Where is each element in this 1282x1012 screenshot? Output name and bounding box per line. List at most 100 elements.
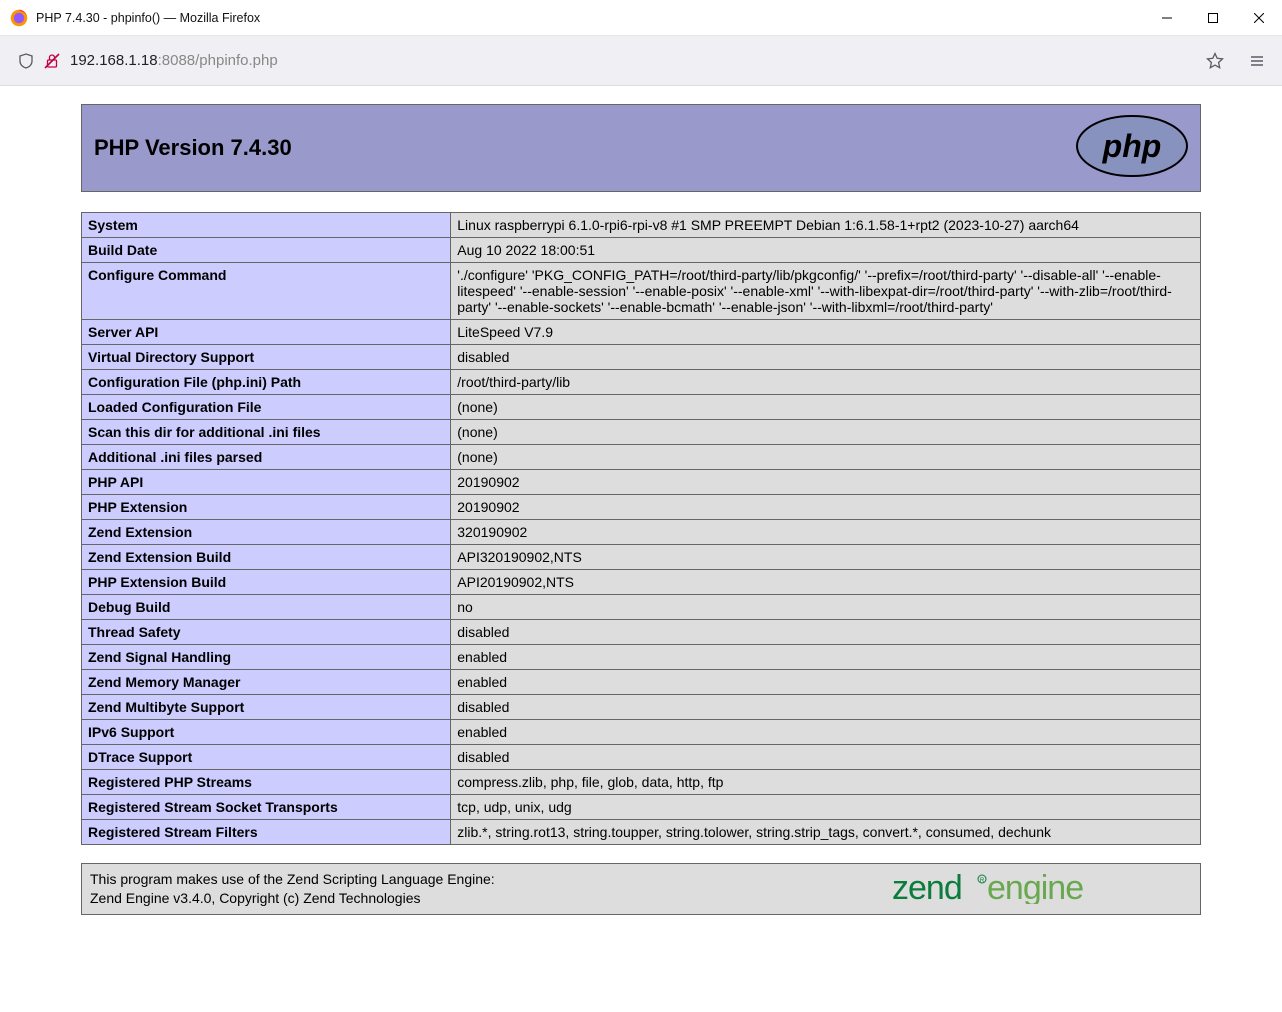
table-row: DTrace Supportdisabled — [82, 745, 1201, 770]
info-value: './configure' 'PKG_CONFIG_PATH=/root/thi… — [451, 263, 1201, 320]
table-row: Registered Stream Socket Transportstcp, … — [82, 795, 1201, 820]
table-row: SystemLinux raspberrypi 6.1.0-rpi6-rpi-v… — [82, 213, 1201, 238]
info-value: 20190902 — [451, 470, 1201, 495]
info-value: Linux raspberrypi 6.1.0-rpi6-rpi-v8 #1 S… — [451, 213, 1201, 238]
svg-text:engine: engine — [987, 870, 1083, 904]
info-label: DTrace Support — [82, 745, 451, 770]
table-row: Server APILiteSpeed V7.9 — [82, 320, 1201, 345]
php-header: PHP Version 7.4.30 php — [81, 104, 1201, 192]
page-title: PHP Version 7.4.30 — [94, 135, 292, 161]
info-value: API20190902,NTS — [451, 570, 1201, 595]
table-row: Build DateAug 10 2022 18:00:51 — [82, 238, 1201, 263]
info-label: Debug Build — [82, 595, 451, 620]
zend-footer: This program makes use of the Zend Scrip… — [81, 863, 1201, 915]
table-row: PHP API20190902 — [82, 470, 1201, 495]
table-row: Additional .ini files parsed(none) — [82, 445, 1201, 470]
info-value: disabled — [451, 695, 1201, 720]
info-label: System — [82, 213, 451, 238]
info-label: Registered PHP Streams — [82, 770, 451, 795]
info-value: LiteSpeed V7.9 — [451, 320, 1201, 345]
info-label: Registered Stream Socket Transports — [82, 795, 451, 820]
info-label: Loaded Configuration File — [82, 395, 451, 420]
info-value: Aug 10 2022 18:00:51 — [451, 238, 1201, 263]
shield-icon — [18, 53, 34, 69]
svg-text:zend: zend — [892, 870, 962, 904]
window-titlebar: PHP 7.4.30 - phpinfo() — Mozilla Firefox — [0, 0, 1282, 36]
info-label: Thread Safety — [82, 620, 451, 645]
info-label: Server API — [82, 320, 451, 345]
url-host: 192.168.1.18 — [70, 52, 158, 69]
table-row: Debug Buildno — [82, 595, 1201, 620]
page-content[interactable]: PHP Version 7.4.30 php SystemLinux raspb… — [0, 86, 1282, 1012]
info-label: IPv6 Support — [82, 720, 451, 745]
info-value: disabled — [451, 345, 1201, 370]
info-value: 20190902 — [451, 495, 1201, 520]
app-menu-button[interactable] — [1240, 44, 1274, 78]
bookmark-star-icon[interactable] — [1206, 52, 1224, 70]
info-value: zlib.*, string.rot13, string.toupper, st… — [451, 820, 1201, 845]
info-value: API320190902,NTS — [451, 545, 1201, 570]
info-label: Build Date — [82, 238, 451, 263]
window-controls — [1144, 0, 1282, 36]
table-row: Configuration File (php.ini) Path/root/t… — [82, 370, 1201, 395]
table-row: IPv6 Supportenabled — [82, 720, 1201, 745]
info-label: PHP Extension Build — [82, 570, 451, 595]
browser-toolbar: 192.168.1.18:8088/phpinfo.php — [0, 36, 1282, 86]
info-label: Zend Memory Manager — [82, 670, 451, 695]
info-value: (none) — [451, 420, 1201, 445]
url-text: 192.168.1.18:8088/phpinfo.php — [70, 52, 278, 69]
info-value: (none) — [451, 445, 1201, 470]
info-label: Additional .ini files parsed — [82, 445, 451, 470]
minimize-button[interactable] — [1144, 0, 1190, 36]
table-row: Configure Command'./configure' 'PKG_CONF… — [82, 263, 1201, 320]
info-value: enabled — [451, 670, 1201, 695]
address-bar[interactable]: 192.168.1.18:8088/phpinfo.php — [8, 44, 1234, 78]
info-label: Zend Extension — [82, 520, 451, 545]
info-label: Scan this dir for additional .ini files — [82, 420, 451, 445]
svg-text:R: R — [980, 878, 985, 884]
table-row: Zend Extension BuildAPI320190902,NTS — [82, 545, 1201, 570]
info-label: Zend Signal Handling — [82, 645, 451, 670]
info-value: (none) — [451, 395, 1201, 420]
info-value: enabled — [451, 720, 1201, 745]
table-row: Zend Memory Managerenabled — [82, 670, 1201, 695]
window-title: PHP 7.4.30 - phpinfo() — Mozilla Firefox — [36, 11, 1144, 25]
url-path: :8088/phpinfo.php — [158, 52, 278, 69]
table-row: Zend Signal Handlingenabled — [82, 645, 1201, 670]
info-value: compress.zlib, php, file, glob, data, ht… — [451, 770, 1201, 795]
maximize-button[interactable] — [1190, 0, 1236, 36]
info-label: PHP Extension — [82, 495, 451, 520]
table-row: Zend Multibyte Supportdisabled — [82, 695, 1201, 720]
info-value: /root/third-party/lib — [451, 370, 1201, 395]
table-row: Registered Stream Filterszlib.*, string.… — [82, 820, 1201, 845]
table-row: Registered PHP Streamscompress.zlib, php… — [82, 770, 1201, 795]
info-label: Zend Extension Build — [82, 545, 451, 570]
firefox-icon — [10, 9, 28, 27]
info-label: Configuration File (php.ini) Path — [82, 370, 451, 395]
table-row: PHP Extension BuildAPI20190902,NTS — [82, 570, 1201, 595]
info-value: disabled — [451, 745, 1201, 770]
info-label: Zend Multibyte Support — [82, 695, 451, 720]
info-label: Configure Command — [82, 263, 451, 320]
info-label: Virtual Directory Support — [82, 345, 451, 370]
table-row: Thread Safetydisabled — [82, 620, 1201, 645]
svg-text:php: php — [1102, 128, 1162, 164]
info-label: PHP API — [82, 470, 451, 495]
info-value: enabled — [451, 645, 1201, 670]
lock-insecure-icon — [44, 53, 60, 69]
footer-line2: Zend Engine v3.4.0, Copyright (c) Zend T… — [90, 890, 421, 906]
info-value: disabled — [451, 620, 1201, 645]
table-row: PHP Extension20190902 — [82, 495, 1201, 520]
table-row: Virtual Directory Supportdisabled — [82, 345, 1201, 370]
php-logo: php — [1076, 115, 1188, 182]
info-value: tcp, udp, unix, udg — [451, 795, 1201, 820]
zend-logo: zend engineR — [892, 870, 1192, 907]
footer-line1: This program makes use of the Zend Scrip… — [90, 871, 495, 887]
info-value: 320190902 — [451, 520, 1201, 545]
close-button[interactable] — [1236, 0, 1282, 36]
table-row: Scan this dir for additional .ini files(… — [82, 420, 1201, 445]
info-label: Registered Stream Filters — [82, 820, 451, 845]
php-info-table: SystemLinux raspberrypi 6.1.0-rpi6-rpi-v… — [81, 212, 1201, 845]
table-row: Zend Extension320190902 — [82, 520, 1201, 545]
table-row: Loaded Configuration File(none) — [82, 395, 1201, 420]
